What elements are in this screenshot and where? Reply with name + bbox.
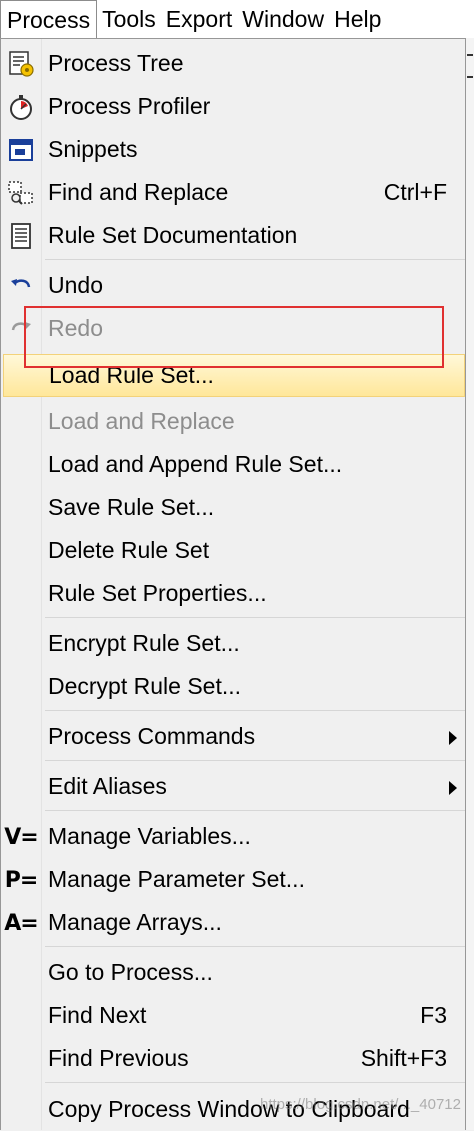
menu-process[interactable]: Process (0, 0, 98, 38)
menu-item-label: Encrypt Rule Set... (48, 630, 240, 656)
menu-item-label: Save Rule Set... (48, 494, 215, 520)
menu-item-label: Process Tree (48, 50, 184, 76)
menu-item-label: Process Profiler (48, 93, 211, 119)
menu-export[interactable]: Export (161, 0, 237, 38)
menu-item-find-and-replace[interactable]: Find and Replace Ctrl+F (1, 171, 465, 214)
menu-item-load-and-append-rule-set[interactable]: Load and Append Rule Set... (1, 443, 465, 486)
menu-item-label: Rule Set Documentation (48, 222, 298, 248)
menu-item-find-next[interactable]: Find Next F3 (1, 994, 465, 1037)
undo-icon (5, 270, 37, 302)
menu-item-label: Edit Aliases (48, 773, 167, 799)
menu-help[interactable]: Help (329, 0, 386, 38)
menu-item-label: Process Commands (48, 723, 256, 749)
menu-item-label: Find and Replace (48, 179, 229, 205)
background-window-edge (466, 38, 474, 1130)
window-edge-mark (467, 76, 473, 78)
menu-item-label: Find Previous (48, 1045, 189, 1071)
submenu-arrow-icon (449, 731, 457, 745)
variables-icon: V= (4, 824, 38, 850)
process-tree-icon (5, 48, 37, 80)
menu-item-process-profiler[interactable]: Process Profiler (1, 85, 465, 128)
menu-item-encrypt-rule-set[interactable]: Encrypt Rule Set... (1, 622, 465, 665)
menu-item-label: Load and Append Rule Set... (48, 451, 343, 477)
process-menu-dropdown: Process Tree Process Profiler Snippets F… (0, 38, 466, 1130)
menu-separator (45, 617, 465, 618)
parameters-icon: P= (4, 867, 39, 893)
shortcut-text: Shift+F3 (360, 1045, 447, 1071)
menu-item-label: Find Next (48, 1002, 147, 1028)
menu-item-snippets[interactable]: Snippets (1, 128, 465, 171)
menu-item-load-and-replace[interactable]: Load and Replace (1, 400, 465, 443)
menu-item-label: Manage Arrays... (48, 909, 222, 935)
menu-item-go-to-process[interactable]: Go to Process... (1, 951, 465, 994)
menu-item-label: Manage Variables... (48, 823, 251, 849)
menu-separator (45, 710, 465, 711)
menu-item-edit-aliases[interactable]: Edit Aliases (1, 765, 465, 808)
document-icon (5, 220, 37, 252)
watermark-text: https://blog.csdn.net/..._40712 (260, 1096, 461, 1113)
menu-item-label: Decrypt Rule Set... (48, 673, 242, 699)
menu-item-process-commands[interactable]: Process Commands (1, 715, 465, 758)
snippets-icon (5, 134, 37, 166)
menu-item-label: Manage Parameter Set... (48, 866, 305, 892)
submenu-arrow-icon (449, 781, 457, 795)
menu-item-label: Go to Process... (48, 959, 213, 985)
arrays-icon: A= (4, 910, 38, 936)
annotation-highlight-box (24, 306, 444, 368)
menu-separator (45, 810, 465, 811)
shortcut-text: F3 (420, 1002, 447, 1028)
menu-separator (45, 259, 465, 260)
menu-separator (45, 760, 465, 761)
menu-window[interactable]: Window (237, 0, 329, 38)
menu-item-label: Snippets (48, 136, 138, 162)
menu-item-rule-set-properties[interactable]: Rule Set Properties... (1, 572, 465, 615)
menu-item-rule-set-documentation[interactable]: Rule Set Documentation (1, 214, 465, 257)
menu-item-process-tree[interactable]: Process Tree (1, 42, 465, 85)
menu-item-find-previous[interactable]: Find Previous Shift+F3 (1, 1037, 465, 1080)
window-edge-mark (467, 54, 473, 56)
menu-item-delete-rule-set[interactable]: Delete Rule Set (1, 529, 465, 572)
menu-item-label: Rule Set Properties... (48, 580, 267, 606)
find-replace-icon (5, 177, 37, 209)
menu-item-label: Delete Rule Set (48, 537, 210, 563)
menu-item-label: Load and Replace (48, 408, 235, 434)
shortcut-text: Ctrl+F (383, 179, 447, 205)
menu-separator (45, 946, 465, 947)
stopwatch-icon (5, 91, 37, 123)
menu-item-save-rule-set[interactable]: Save Rule Set... (1, 486, 465, 529)
menu-item-manage-arrays[interactable]: A= Manage Arrays... (1, 901, 465, 944)
menu-item-label: Undo (48, 272, 103, 298)
menu-item-manage-parameter-set[interactable]: P= Manage Parameter Set... (1, 858, 465, 901)
menu-item-decrypt-rule-set[interactable]: Decrypt Rule Set... (1, 665, 465, 708)
menu-item-undo[interactable]: Undo (1, 264, 465, 307)
menu-item-manage-variables[interactable]: V= Manage Variables... (1, 815, 465, 858)
menu-bar: Process Tools Export Window Help (0, 0, 474, 39)
menu-separator (45, 1082, 465, 1083)
menu-tools[interactable]: Tools (97, 0, 161, 38)
